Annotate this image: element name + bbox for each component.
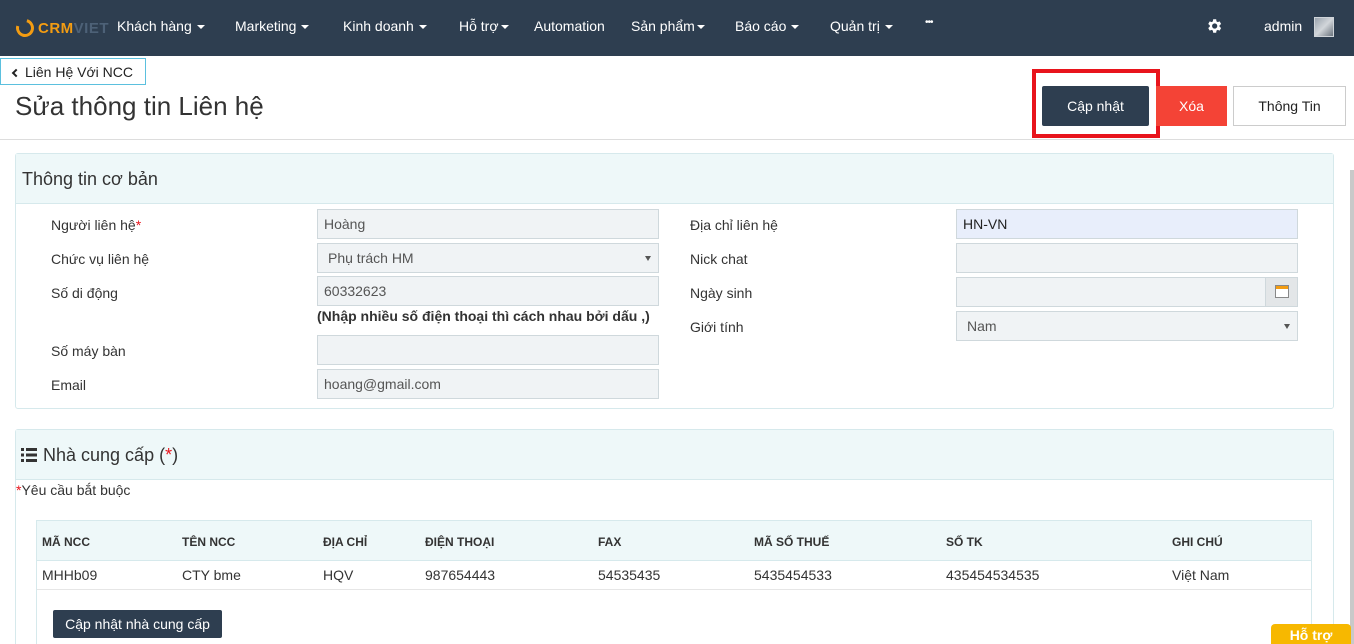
logo-icon <box>12 15 38 41</box>
mobile-input[interactable]: 60332623 <box>317 276 659 306</box>
nav-item-sales[interactable]: Kinh doanh <box>343 18 427 34</box>
page-title: Sửa thông tin Liên hệ <box>15 91 264 121</box>
info-button[interactable]: Thông Tin <box>1233 86 1346 126</box>
contact-person-input[interactable]: Hoàng <box>317 209 659 239</box>
nav-item-support[interactable]: Hỗ trợ <box>459 18 509 34</box>
nav-item-products[interactable]: Sản phẩm <box>631 18 705 34</box>
birthday-input[interactable] <box>956 277 1298 307</box>
more-menu-icon[interactable]: ••• <box>925 17 933 28</box>
nick-chat-label: Nick chat <box>690 251 748 267</box>
nav-item-marketing[interactable]: Marketing <box>235 18 310 34</box>
chevron-left-icon <box>11 68 21 78</box>
address-input[interactable]: HN-VN <box>956 209 1298 239</box>
position-label: Chức vụ liên hệ <box>51 251 150 267</box>
nick-chat-input[interactable] <box>956 243 1298 273</box>
chevron-down-icon <box>696 25 705 30</box>
basic-info-heading: Thông tin cơ bản <box>16 154 1333 204</box>
gender-label: Giới tính <box>690 319 744 335</box>
table-cell: 435454534535 <box>946 567 1040 583</box>
chevron-down-icon <box>301 25 310 30</box>
scrollbar[interactable] <box>1350 170 1354 644</box>
birthday-label: Ngày sinh <box>690 285 753 301</box>
chevron-down-icon <box>1284 324 1290 329</box>
email-input[interactable]: hoang@gmail.com <box>317 369 659 399</box>
table-cell: 54535435 <box>598 567 661 583</box>
table-row[interactable]: MHHb09 CTY bme HQV 987654443 54535435 54… <box>37 561 1311 590</box>
landline-input[interactable] <box>317 335 659 365</box>
calendar-button[interactable] <box>1265 278 1297 306</box>
position-select[interactable]: Phụ trách HM <box>317 243 659 273</box>
avatar[interactable] <box>1314 17 1334 37</box>
nav-item-reports[interactable]: Báo cáo <box>735 18 800 34</box>
chevron-down-icon <box>884 25 893 30</box>
column-header: SỐ TK <box>946 535 983 549</box>
email-label: Email <box>51 377 87 393</box>
column-header: TÊN NCC <box>182 535 236 549</box>
update-supplier-button[interactable]: Cập nhật nhà cung cấp <box>53 610 222 638</box>
table-cell: 5435454533 <box>754 567 832 583</box>
chevron-down-icon <box>196 25 205 30</box>
column-header: ĐIỆN THOẠI <box>425 535 495 549</box>
nav-item-automation[interactable]: Automation <box>534 18 605 34</box>
table-cell: CTY bme <box>182 567 241 583</box>
supplier-table: MÃ NCC TÊN NCC ĐỊA CHỈ ĐIỆN THOẠI FAX MÃ… <box>36 520 1312 644</box>
column-header: MÃ SỐ THUẾ <box>754 535 830 549</box>
address-label: Địa chỉ liên hệ <box>690 217 778 233</box>
column-header: FAX <box>598 535 622 549</box>
update-button[interactable]: Cập nhật <box>1042 86 1149 126</box>
divider <box>0 139 1354 140</box>
chevron-down-icon <box>645 256 651 261</box>
table-footer <box>37 590 1311 644</box>
list-icon <box>21 448 37 462</box>
top-navbar: CRMVIET Khách hàng Marketing Kinh doanh … <box>0 0 1354 56</box>
calendar-icon <box>1275 285 1289 298</box>
delete-button[interactable]: Xóa <box>1156 86 1227 126</box>
required-note: *Yêu cầu bắt buộc <box>16 482 131 498</box>
gear-icon[interactable] <box>1205 17 1223 35</box>
table-cell: MHHb09 <box>42 567 98 583</box>
landline-label: Số máy bàn <box>51 343 126 359</box>
brand-name: CRMVIET <box>38 19 110 37</box>
mobile-hint: (Nhập nhiều số điện thoại thì cách nhau … <box>317 308 650 324</box>
nav-item-customers[interactable]: Khách hàng <box>117 18 205 34</box>
brand-logo[interactable]: CRMVIET <box>12 15 110 41</box>
back-to-supplier-contacts-button[interactable]: Liên Hệ Với NCC <box>0 58 146 85</box>
chevron-down-icon <box>418 25 427 30</box>
nav-item-admin[interactable]: Quản trị <box>830 18 893 34</box>
supplier-heading: Nhà cung cấp (*) <box>16 430 1333 480</box>
table-cell: HQV <box>323 567 354 583</box>
user-name[interactable]: admin <box>1264 18 1302 34</box>
column-header: ĐỊA CHỈ <box>323 535 368 549</box>
table-cell: 987654443 <box>425 567 496 583</box>
chevron-down-icon <box>791 25 800 30</box>
gender-select[interactable]: Nam <box>956 311 1298 341</box>
mobile-label: Số di động <box>51 285 118 301</box>
table-cell: Việt Nam <box>1172 567 1230 583</box>
chevron-down-icon <box>500 25 509 30</box>
column-header: MÃ NCC <box>42 535 90 549</box>
table-header: MÃ NCC TÊN NCC ĐỊA CHỈ ĐIỆN THOẠI FAX MÃ… <box>37 521 1311 561</box>
help-tab[interactable]: Hỗ trợ <box>1271 624 1351 644</box>
contact-person-label: Người liên hệ* <box>51 217 142 233</box>
column-header: GHI CHÚ <box>1172 535 1223 549</box>
